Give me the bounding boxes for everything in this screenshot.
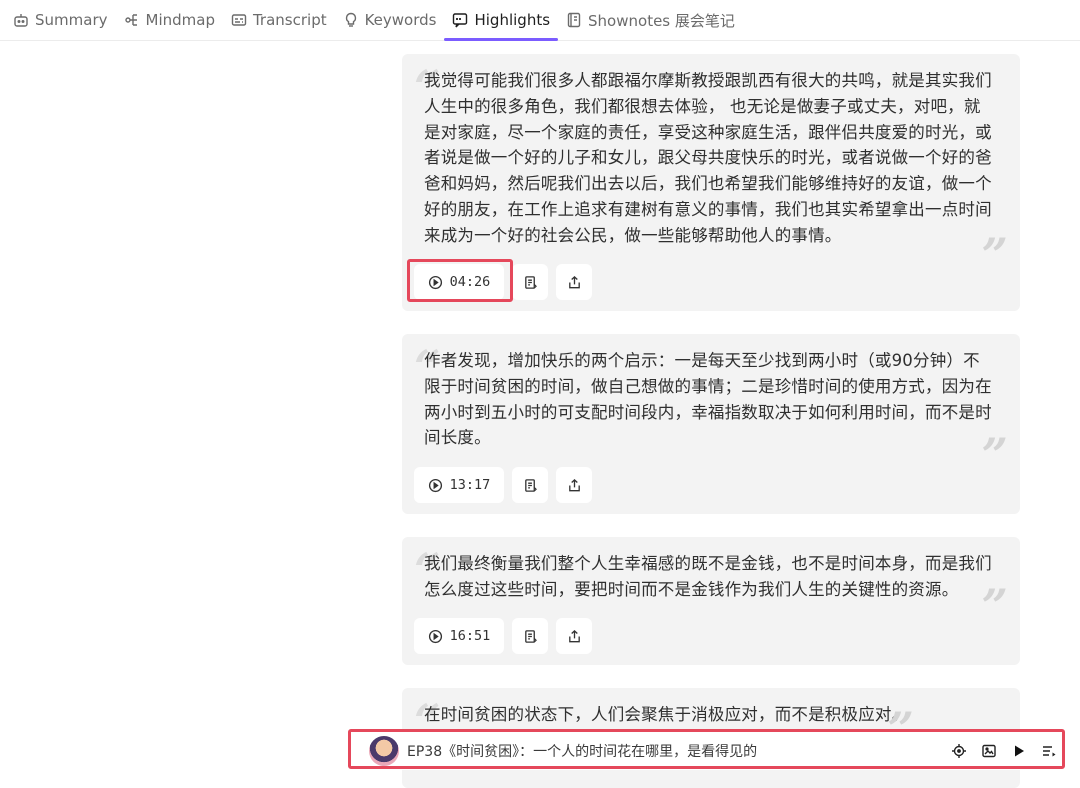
highlight-quote: 作者发现，增加快乐的两个启示：一是每天至少找到两小时（或90分钟）不限于时间贫困…	[424, 351, 992, 448]
tab-mindmap[interactable]: Mindmap	[116, 1, 223, 39]
transcript-icon	[231, 14, 247, 26]
share-button[interactable]	[556, 467, 592, 503]
share-icon	[568, 478, 580, 491]
quote-close-mark: ”	[981, 579, 1008, 633]
tab-label: Highlights	[474, 11, 551, 29]
tab-keywords[interactable]: Keywords	[335, 1, 445, 39]
timestamp-button[interactable]: 13:17	[414, 467, 504, 503]
notebook-icon	[567, 12, 581, 28]
timestamp-button[interactable]: 16:51	[414, 618, 504, 654]
tab-label: Summary	[35, 11, 108, 29]
tab-highlights[interactable]: Highlights	[444, 1, 558, 41]
share-button[interactable]	[556, 618, 592, 654]
tab-label: Keywords	[364, 11, 437, 29]
share-icon	[568, 275, 580, 288]
tab-transcript[interactable]: Transcript	[223, 1, 335, 39]
tab-label: Shownotes 展会笔记	[588, 11, 735, 30]
share-button[interactable]	[556, 264, 592, 300]
note-icon	[524, 275, 537, 289]
note-button[interactable]	[512, 264, 548, 300]
timestamp-label: 16:51	[449, 628, 491, 644]
timestamp-label: 13:17	[449, 477, 491, 493]
note-button[interactable]	[512, 618, 548, 654]
tab-label: Transcript	[252, 11, 327, 29]
note-icon	[524, 629, 537, 643]
highlight-card: “ 我们最终衡量我们整个人生幸福感的既不是金钱，也不是时间本身，而是我们怎么度过…	[402, 537, 1020, 665]
play-circle-icon	[428, 629, 442, 643]
highlight-quote: 我觉得可能我们很多人都跟福尔摩斯教授跟凯西有很大的共鸣，就是其实我们人生中的很多…	[424, 71, 992, 245]
note-icon	[524, 478, 537, 492]
tab-bar: Summary Mindmap Transcript Keywords High…	[0, 0, 1080, 41]
share-icon	[568, 629, 580, 642]
play-circle-icon	[428, 478, 442, 492]
note-button[interactable]	[512, 467, 548, 503]
tab-shownotes[interactable]: Shownotes 展会笔记	[558, 1, 743, 39]
quote-close-mark: ”	[981, 228, 1008, 282]
quote-bubble-icon	[453, 13, 468, 28]
lightbulb-icon	[345, 12, 356, 27]
robot-icon	[14, 14, 28, 27]
quote-close-mark: ”	[981, 428, 1008, 482]
player-highlight-box	[348, 729, 1065, 769]
tab-summary[interactable]: Summary	[0, 1, 116, 39]
highlight-card: “ 作者发现，增加快乐的两个启示：一是每天至少找到两小时（或90分钟）不限于时间…	[402, 334, 1020, 514]
mindmap-icon	[124, 14, 137, 26]
highlight-quote: 我们最终衡量我们整个人生幸福感的既不是金钱，也不是时间本身，而是我们怎么度过这些…	[424, 554, 992, 599]
timestamp-highlight-box	[407, 259, 513, 302]
tab-label: Mindmap	[145, 11, 215, 29]
